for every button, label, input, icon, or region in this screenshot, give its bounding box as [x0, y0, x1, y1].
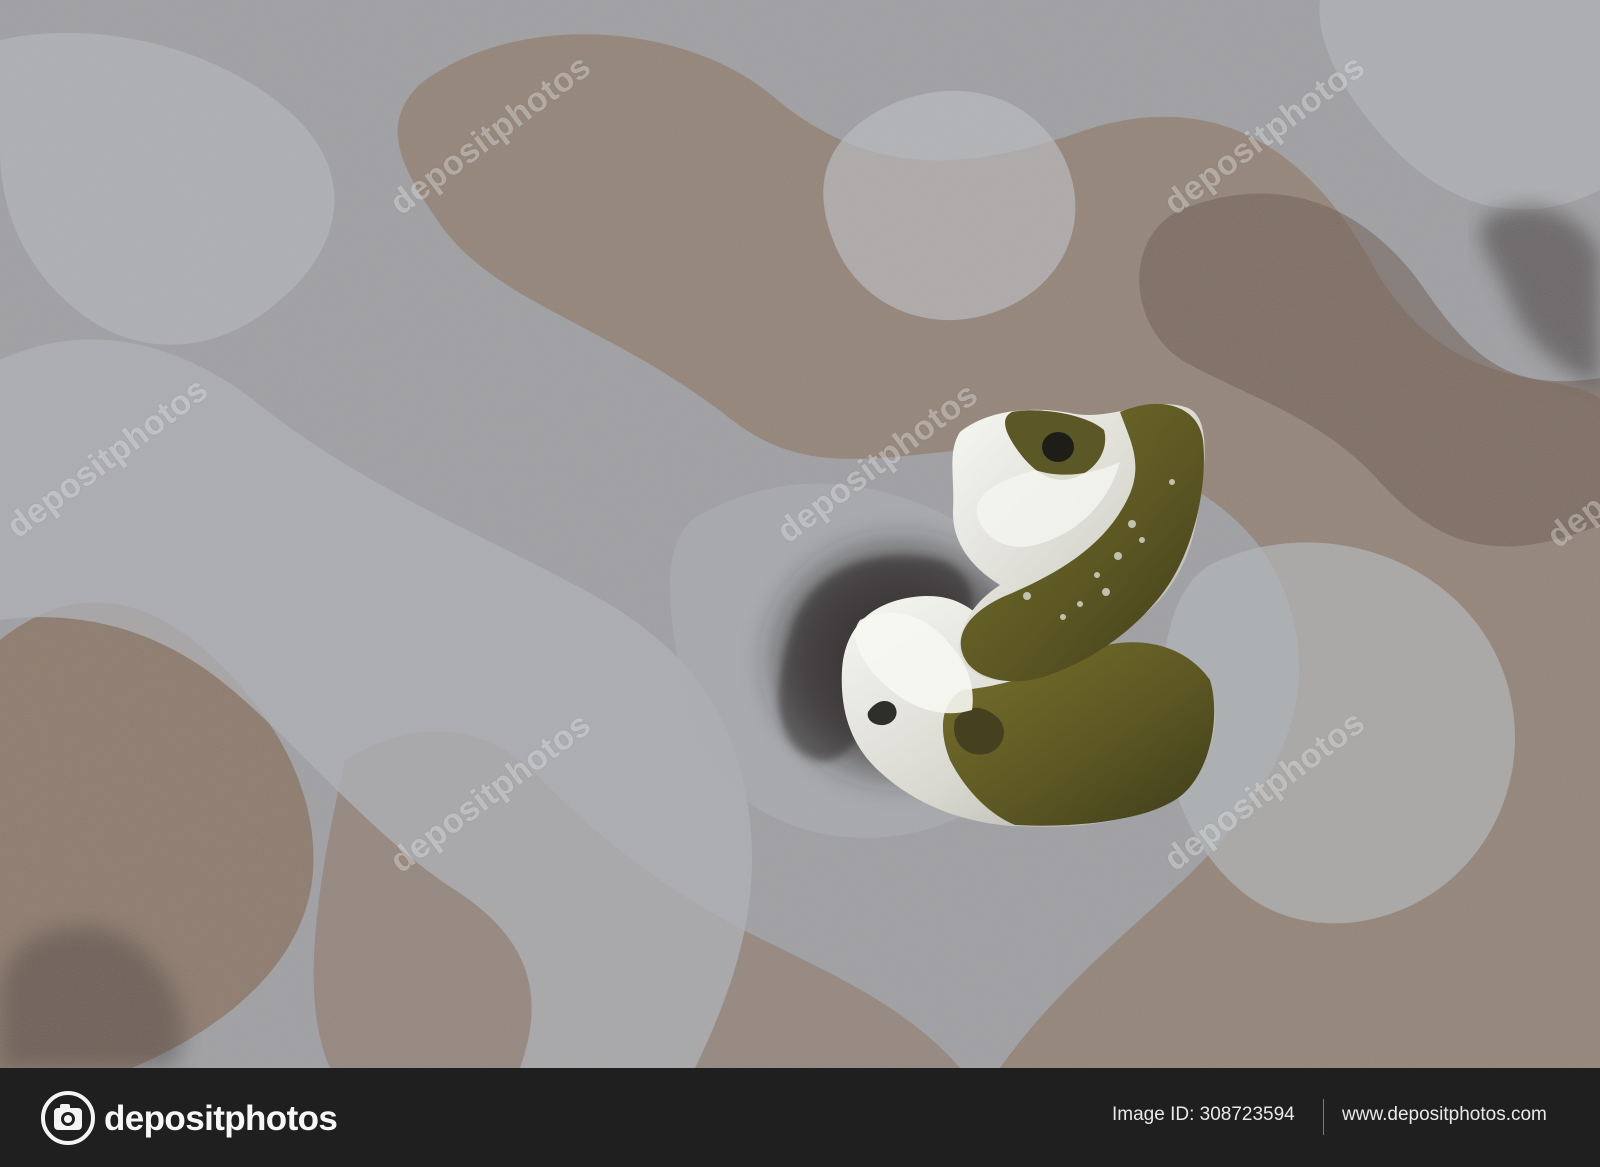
site-url[interactable]: www.depositphotos.com — [1342, 1104, 1547, 1126]
concrete-scene — [0, 0, 1600, 1068]
stock-footer: depositphotos Image ID: 308723594 www.de… — [0, 1068, 1600, 1167]
depositphotos-logo[interactable]: depositphotos — [40, 1089, 338, 1147]
footer-divider — [1323, 1099, 1324, 1135]
stock-photo-page: depositphotos depositphotos depositphoto… — [0, 0, 1600, 1167]
image-id-label: Image ID: 308723594 — [1112, 1104, 1295, 1125]
concrete-photo: depositphotos depositphotos depositphoto… — [0, 0, 1600, 1068]
camera-icon — [41, 1091, 95, 1145]
brand-name: depositphotos — [104, 1098, 338, 1138]
